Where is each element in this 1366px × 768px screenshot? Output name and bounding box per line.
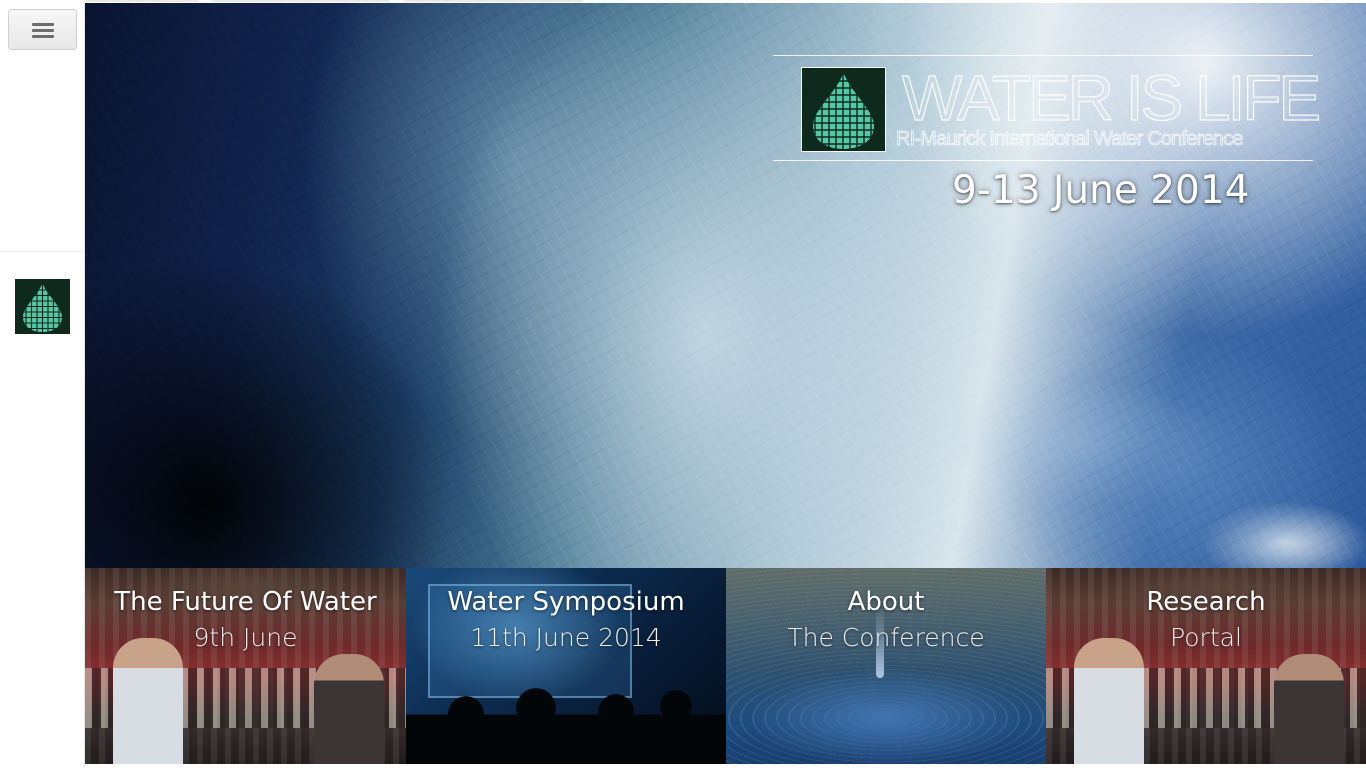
water-drop-logo-icon[interactable] bbox=[15, 279, 70, 334]
tile-title: The Future Of Water bbox=[114, 587, 377, 617]
top-strip bbox=[404, 0, 582, 2]
tile-title: Research bbox=[1146, 587, 1266, 617]
bottom-gap bbox=[85, 764, 1366, 768]
tile-title: Water Symposium bbox=[447, 587, 685, 617]
conference-subtitle: RI-Maurick International Water Conferenc… bbox=[896, 128, 1244, 151]
tile-subtitle: 11th June 2014 bbox=[470, 623, 662, 652]
water-drop-logo-icon bbox=[801, 67, 886, 152]
tile-about[interactable]: About The Conference bbox=[726, 568, 1046, 764]
brand-rule-bottom bbox=[773, 160, 1313, 161]
tile-subtitle: The Conference bbox=[787, 623, 985, 652]
tile-water-symposium[interactable]: Water Symposium 11th June 2014 bbox=[406, 568, 726, 764]
tile-subtitle: 9th June bbox=[193, 623, 298, 652]
conference-date: 9-13 June 2014 bbox=[952, 168, 1250, 213]
tile-research-portal[interactable]: Research Portal bbox=[1046, 568, 1366, 764]
tile-title: About bbox=[847, 587, 925, 617]
tile-subtitle: Portal bbox=[1170, 623, 1242, 652]
top-strip bbox=[212, 0, 389, 2]
sidebar-divider bbox=[0, 251, 85, 252]
brand-rule-top bbox=[773, 55, 1313, 56]
menu-button[interactable] bbox=[8, 9, 77, 50]
sidebar bbox=[0, 0, 85, 768]
conference-title: WATER IS LIFE bbox=[901, 62, 1321, 134]
tile-future-of-water[interactable]: The Future Of Water 9th June bbox=[85, 568, 406, 764]
